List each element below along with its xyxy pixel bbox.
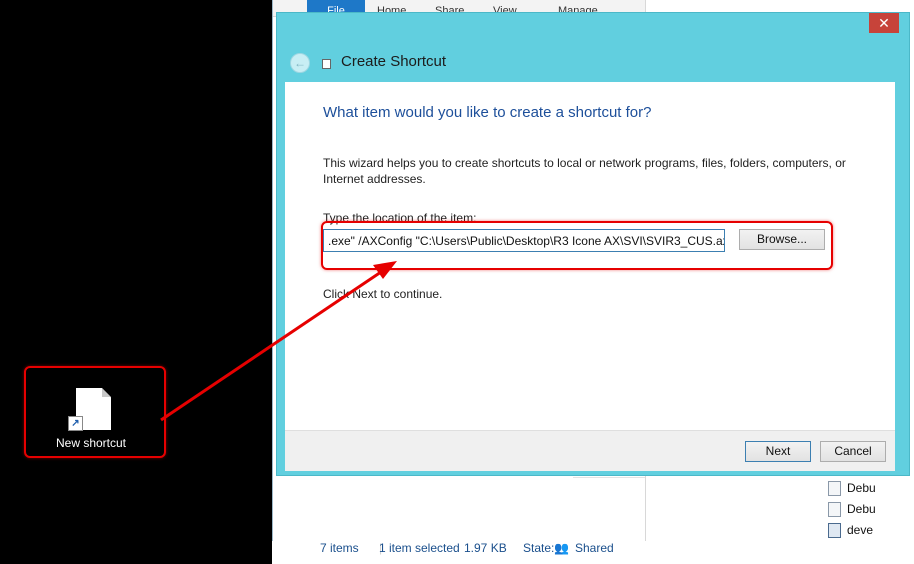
wizard-description: This wizard helps you to create shortcut… <box>323 156 846 186</box>
back-arrow-icon[interactable]: ← <box>290 53 310 73</box>
state-value: Shared <box>575 541 614 555</box>
close-button[interactable]: ✕ <box>869 13 899 33</box>
state-label: State: <box>523 541 555 555</box>
list-item-label: deve <box>847 523 874 537</box>
item-count: 7 items <box>320 541 359 555</box>
shared-icon: 👥 <box>554 541 569 555</box>
highlight-box-location <box>321 221 833 270</box>
next-button[interactable]: Next <box>745 441 811 462</box>
status-bar: 7 items | 1 item selected 1.97 KB State:… <box>290 538 630 560</box>
list-item-label: Debu <box>847 502 876 516</box>
status-bar-background: 7 items | 1 item selected 1.97 KB State:… <box>272 541 914 564</box>
list-item[interactable]: Debu <box>828 500 876 518</box>
list-item[interactable]: deve <box>828 521 873 539</box>
continue-hint: Click Next to continue. <box>323 287 443 301</box>
file-icon <box>828 481 841 497</box>
shortcut-title-icon <box>322 59 331 69</box>
list-item-label: Debu <box>847 481 876 495</box>
application-icon <box>828 523 841 539</box>
dialog-footer: Next Cancel <box>285 430 895 471</box>
highlight-box-shortcut <box>24 366 166 458</box>
dialog-title: Create Shortcut <box>341 53 447 70</box>
wizard-heading: What item would you like to create a sho… <box>323 104 652 121</box>
list-item[interactable]: Debu <box>828 479 876 497</box>
cancel-button[interactable]: Cancel <box>820 441 886 462</box>
selected-count: 1 item selected <box>379 541 460 555</box>
selected-size: 1.97 KB <box>464 541 507 555</box>
file-icon <box>828 502 841 518</box>
